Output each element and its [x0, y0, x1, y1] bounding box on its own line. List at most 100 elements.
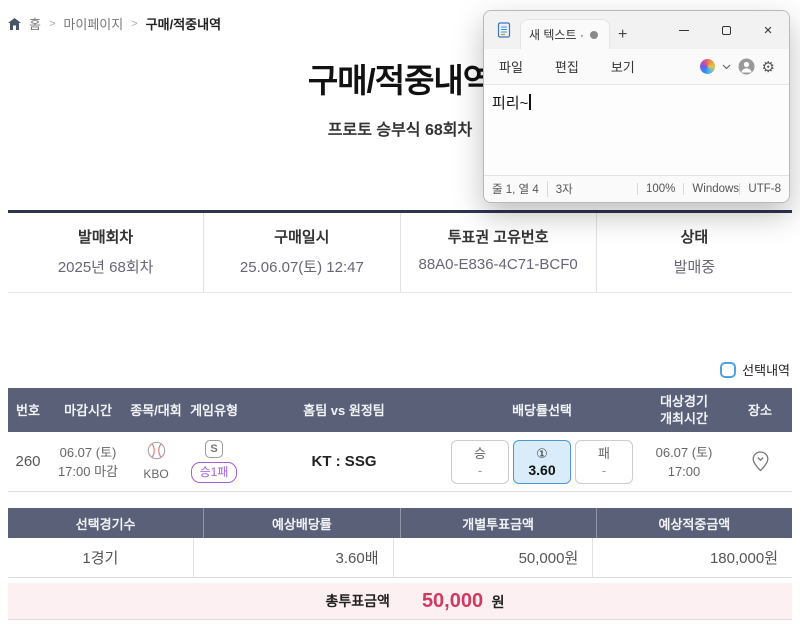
- minimize-icon: [679, 30, 689, 31]
- game-row: 260 06.07 (토) 17:00 마감 KBO S 승1패: [8, 432, 792, 492]
- summary-header-stake: 개별투표금액: [400, 508, 596, 538]
- header-event-time-line1: 대상경기: [660, 393, 708, 410]
- info-label: 투표권 고유번호: [401, 226, 596, 247]
- notepad-editor[interactable]: 피리~: [484, 85, 789, 175]
- close-icon: ×: [764, 23, 773, 38]
- select-history-toggle[interactable]: 선택내역: [720, 360, 790, 379]
- match-teams: KT : SSG: [244, 453, 444, 470]
- summary-stake-value: 50,000원: [393, 538, 593, 577]
- summary-header-games: 선택경기수: [8, 508, 203, 538]
- select-history-label: 선택내역: [742, 360, 790, 379]
- encoding[interactable]: UTF-8: [739, 183, 789, 195]
- breadcrumb-home[interactable]: 홈: [29, 14, 41, 33]
- header-game-type: 게임유형: [184, 402, 244, 419]
- menu-edit[interactable]: 편집: [546, 51, 588, 82]
- summary-payout-value: 180,000원: [592, 538, 792, 577]
- menu-file[interactable]: 파일: [490, 51, 532, 82]
- header-event-time: 대상경기 개최시간: [640, 393, 728, 427]
- text-caret: [529, 94, 531, 110]
- game-league: KBO: [128, 441, 184, 483]
- status-value: 발매중: [597, 256, 792, 277]
- header-event-time-line2: 개최시간: [660, 410, 708, 427]
- char-count: 3자: [547, 181, 581, 197]
- total-bet-unit: 원: [492, 594, 505, 610]
- game-type: S 승1패: [184, 440, 244, 483]
- chevron-down-icon[interactable]: [722, 64, 731, 70]
- summary-values: 1경기 3.60배 50,000원 180,000원: [8, 538, 792, 578]
- line-ending[interactable]: Windows: [683, 183, 739, 195]
- notepad-tab[interactable]: 새 텍스트 ·: [520, 19, 610, 49]
- info-label: 상태: [597, 226, 792, 247]
- header-deadline: 마감시간: [48, 402, 128, 419]
- breadcrumb-separator-icon: >: [49, 18, 55, 30]
- summary-odds-value: 3.60배: [193, 538, 393, 577]
- copilot-icon[interactable]: [700, 59, 715, 74]
- notepad-titlebar[interactable]: 새 텍스트 · + ×: [484, 11, 789, 49]
- event-hour: 17:00: [668, 462, 701, 481]
- breadcrumb-mypage[interactable]: 마이페이지: [63, 14, 123, 33]
- header-match: 홈팀 vs 원정팀: [244, 402, 444, 419]
- odds-label: ①: [536, 445, 548, 462]
- total-bet-amount-group: 50,000 원: [422, 590, 505, 613]
- maximize-button[interactable]: [705, 11, 747, 49]
- odds-button-lose[interactable]: 패 -: [575, 440, 633, 484]
- summary-header-payout: 예상적중금액: [596, 508, 792, 538]
- game-table-header: 번호 마감시간 종목/대회 게임유형 홈팀 vs 원정팀 배당률선택 대상경기 …: [8, 388, 792, 432]
- home-icon[interactable]: [8, 18, 21, 30]
- unsaved-dot-icon: [590, 31, 598, 39]
- info-col-purchase-datetime: 구매일시 25.06.07(토) 12:47: [203, 213, 399, 292]
- total-bet-amount: 50,000: [422, 590, 483, 612]
- account-icon[interactable]: [738, 58, 755, 75]
- venue-cell: [728, 451, 792, 472]
- league-name: KBO: [143, 466, 168, 483]
- cursor-position: 줄 1, 열 4: [484, 181, 547, 197]
- odds-button-group: 승 - ① 3.60 패 -: [444, 440, 640, 484]
- summary-header: 선택경기수 예상배당률 개별투표금액 예상적중금액: [8, 508, 792, 538]
- deadline-time: 17:00 마감: [58, 462, 118, 481]
- location-pin-icon[interactable]: [752, 451, 769, 472]
- purchase-history-page: 홈 > 마이페이지 > 구매/적중내역 구매/적중내역 프로토 승부식 68회차…: [0, 0, 800, 625]
- notepad-tab-label: 새 텍스트 ·: [529, 26, 584, 43]
- minimize-button[interactable]: [663, 11, 705, 49]
- event-date: 06.07 (토): [656, 443, 713, 462]
- summary-table: 선택경기수 예상배당률 개별투표금액 예상적중금액 1경기 3.60배 50,0…: [8, 508, 792, 578]
- window-controls: ×: [663, 11, 789, 49]
- notepad-window: 새 텍스트 · + × 파일 편집 보기: [483, 10, 790, 203]
- game-deadline: 06.07 (토) 17:00 마감: [48, 443, 128, 481]
- header-no: 번호: [8, 402, 48, 419]
- odds-button-win[interactable]: 승 -: [451, 440, 509, 484]
- odds-value: -: [602, 462, 606, 479]
- statusbar-right: 100% Windows UTF-8: [637, 183, 789, 195]
- odds-label: 패: [598, 445, 610, 462]
- game-table: 번호 마감시간 종목/대회 게임유형 홈팀 vs 원정팀 배당률선택 대상경기 …: [8, 388, 792, 492]
- deadline-date: 06.07 (토): [60, 443, 117, 462]
- purchase-info-table: 발매회차 2025년 68회차 구매일시 25.06.07(토) 12:47 투…: [8, 210, 792, 293]
- odds-value: 3.60: [528, 462, 555, 479]
- menu-view[interactable]: 보기: [602, 51, 644, 82]
- game-type-badge: 승1패: [191, 462, 238, 483]
- editor-text: 피리~: [492, 95, 528, 112]
- total-bet-label: 총투표금액: [326, 591, 390, 611]
- new-tab-button[interactable]: +: [618, 27, 627, 43]
- maximize-icon: [722, 26, 731, 35]
- info-label: 발매회차: [8, 226, 203, 247]
- breadcrumb-current: 구매/적중내역: [146, 14, 221, 33]
- event-time: 06.07 (토) 17:00: [640, 443, 728, 481]
- odds-button-selected[interactable]: ① 3.60: [513, 440, 571, 484]
- settings-gear-icon[interactable]: ⚙: [762, 58, 775, 76]
- odds-label: 승: [474, 445, 486, 462]
- info-col-ticket-id: 투표권 고유번호 88A0-E836-4C71-BCF0: [400, 213, 596, 292]
- breadcrumb-separator-icon: >: [131, 18, 137, 30]
- game-no: 260: [8, 453, 48, 470]
- close-button[interactable]: ×: [747, 11, 789, 49]
- select-history-checkbox[interactable]: [720, 362, 736, 378]
- zoom-level[interactable]: 100%: [637, 183, 683, 195]
- info-col-status: 상태 발매중: [596, 213, 792, 292]
- breadcrumb: 홈 > 마이페이지 > 구매/적중내역: [8, 14, 221, 33]
- info-label: 구매일시: [204, 226, 399, 247]
- summary-header-odds: 예상배당률: [203, 508, 399, 538]
- summary-games-value: 1경기: [8, 538, 193, 577]
- info-col-round: 발매회차 2025년 68회차: [8, 213, 203, 292]
- notepad-toolbar-right: ⚙: [700, 58, 783, 76]
- baseball-icon: [147, 441, 166, 464]
